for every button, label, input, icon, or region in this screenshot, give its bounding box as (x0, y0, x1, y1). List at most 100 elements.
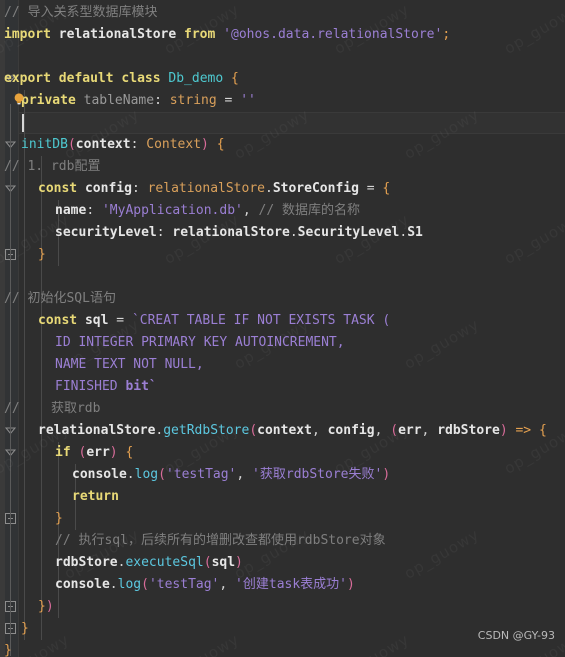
code-token: = (216, 93, 241, 108)
text-caret (22, 114, 24, 132)
code-token: if (55, 445, 71, 460)
code-token: sql (211, 555, 236, 570)
code-line[interactable]: } (17, 618, 29, 640)
code-token: rdbStore (55, 555, 118, 570)
code-line[interactable]: // 导入关系型数据库模块 (0, 2, 158, 24)
code-token: . (289, 225, 298, 240)
code-token: SecurityLevel (297, 225, 400, 240)
code-editor-window: op_guowyop_guowyop_guowyop_guowyop_guowy… (0, 0, 565, 657)
code-token: S1 (407, 225, 423, 240)
code-token: const (38, 181, 78, 196)
code-token: ) (382, 467, 391, 482)
code-line[interactable]: } (51, 508, 63, 530)
code-text[interactable]: // 导入关系型数据库模块 import relationalStore from… (0, 0, 547, 657)
code-token: Context (146, 137, 202, 152)
code-token: ) (109, 445, 118, 460)
code-token: from (184, 27, 216, 42)
code-token: config (84, 181, 132, 196)
code-token: { (125, 445, 134, 460)
code-line[interactable]: name: 'MyApplication.db', // 数据库的名称 (51, 200, 360, 222)
code-line[interactable]: ID INTEGER PRIMARY KEY AUTOINCREMENT, (51, 332, 345, 354)
code-line[interactable]: console.log('testTag', '创建task表成功') (51, 574, 355, 596)
code-token: } (4, 643, 12, 657)
code-token: config (327, 423, 375, 438)
code-line[interactable]: NAME TEXT NOT NULL, (51, 354, 204, 376)
code-token: context (257, 423, 312, 438)
code-line[interactable]: if (err) { (51, 442, 133, 464)
code-token: sql (84, 313, 109, 328)
code-line[interactable]: import relationalStore from '@ohos.data.… (0, 24, 450, 46)
code-token: getRdbStore (163, 423, 250, 438)
code-token: rdbStore (437, 423, 500, 438)
code-token: const (38, 313, 78, 328)
code-line[interactable]: // 执行sql，后续所有的增删改查都使用rdbStore对象 (51, 530, 386, 552)
code-token: : (131, 181, 148, 196)
code-token: relationalStore (172, 225, 290, 240)
code-token: , (236, 467, 253, 482)
code-token: err (398, 423, 422, 438)
code-token: { (216, 137, 225, 152)
code-token: ( (158, 467, 166, 482)
code-token: relationalStore (147, 181, 265, 196)
code-token: ID INTEGER PRIMARY KEY AUTOINCREMENT, (55, 335, 345, 350)
code-line[interactable]: } (34, 244, 46, 266)
code-token: ) (201, 137, 209, 152)
code-line[interactable]: export default class Db_demo { (0, 68, 239, 90)
code-token: ( (141, 577, 149, 592)
code-token: context (75, 137, 131, 152)
code-line[interactable]: }) (34, 596, 54, 618)
code-token: ( (203, 555, 212, 570)
code-line[interactable]: FINISHED bit` (51, 376, 157, 398)
code-line[interactable]: private tableName: string = '' (17, 90, 256, 112)
code-token: StoreConfig (272, 181, 359, 196)
code-line[interactable]: relationalStore.getRdbStore(context, con… (34, 420, 547, 442)
code-token: relationalStore (38, 423, 156, 438)
code-token: securityLevel (55, 225, 157, 240)
code-token: ) (347, 577, 355, 592)
code-token: name (55, 203, 87, 218)
code-token: { (231, 71, 239, 86)
code-token: tableName (83, 93, 155, 108)
code-token: . (126, 467, 135, 482)
code-token: , (242, 203, 259, 218)
code-token: // 1. rdb配置 (4, 159, 101, 174)
code-line[interactable] (0, 112, 4, 134)
code-token: // 数据库的名称 (258, 203, 360, 218)
code-token: err (86, 445, 110, 460)
code-token: : (86, 203, 102, 218)
code-line[interactable]: // 初始化SQL语句 (0, 288, 116, 310)
code-token: . (265, 181, 273, 196)
code-line[interactable]: initDB(context: Context) { (17, 134, 225, 156)
code-token: , (374, 423, 391, 438)
code-token: default (58, 71, 114, 86)
code-token: . (109, 577, 118, 592)
code-token: '' (240, 93, 256, 108)
code-token: executeSql (125, 555, 204, 570)
code-token: = (358, 181, 383, 196)
lightbulb-icon[interactable] (12, 91, 26, 105)
code-line[interactable] (0, 46, 4, 68)
code-token: import (4, 27, 51, 42)
code-line[interactable]: const sql = `CREAT TABLE IF NOT EXISTS T… (34, 310, 390, 332)
code-token: log (134, 467, 159, 482)
code-line[interactable]: rdbStore.executeSql(sql) (51, 552, 243, 574)
code-token: 导入关系型数据库模块 (27, 5, 158, 20)
code-token: `CREAT TABLE IF NOT EXISTS TASK ( (131, 313, 391, 328)
code-token: log (117, 577, 142, 592)
code-line[interactable]: // 获取rdb (0, 398, 100, 420)
code-token: ) (45, 599, 54, 614)
code-token: 'testTag' (165, 467, 237, 482)
code-line[interactable]: console.log('testTag', '获取rdbStore失败') (68, 464, 390, 486)
code-token: ( (67, 137, 76, 152)
code-line[interactable]: securityLevel: relationalStore.SecurityL… (51, 222, 423, 244)
code-line[interactable]: // 1. rdb配置 (0, 156, 100, 178)
code-line[interactable]: return (68, 486, 119, 508)
code-line[interactable]: const config: relationalStore.StoreConfi… (34, 178, 390, 200)
code-token: private (21, 93, 76, 108)
code-line[interactable] (0, 266, 4, 288)
code-line[interactable]: } (0, 640, 12, 657)
